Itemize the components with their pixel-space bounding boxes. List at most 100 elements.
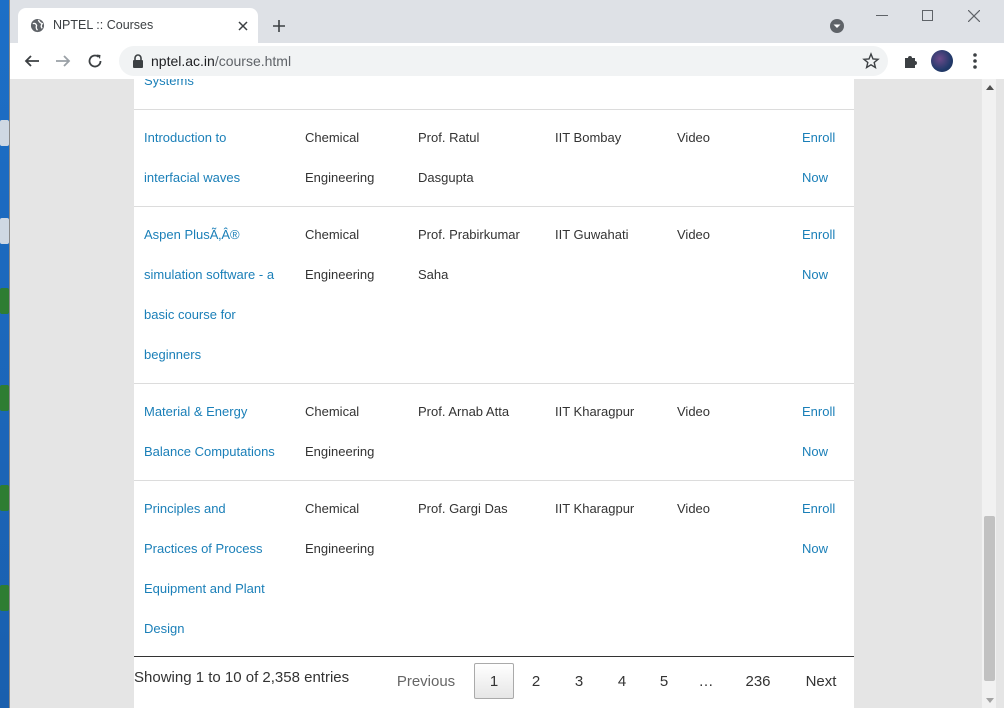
- scroll-down-arrow-icon[interactable]: [982, 692, 997, 708]
- enroll-line: Now: [802, 444, 829, 459]
- page-ellipsis: …: [698, 672, 714, 690]
- institute-cell: IIT Bombay: [555, 130, 622, 145]
- enroll-now-link[interactable]: Enroll Now: [802, 215, 835, 295]
- course-title-line: Design: [144, 621, 185, 636]
- course-title-line: Balance Computations: [144, 444, 275, 459]
- institute-cell: IIT Guwahati: [555, 227, 629, 242]
- url-host: nptel.ac.in: [151, 53, 215, 69]
- discipline-cell: Chemical Engineering: [305, 118, 374, 198]
- desktop-shortcut-icon[interactable]: [0, 120, 9, 146]
- course-title-line: Aspen PlusÃ‚Â®: [144, 227, 240, 242]
- course-title-line: Principles and: [144, 501, 226, 516]
- browser-tab[interactable]: NPTEL :: Courses: [18, 8, 258, 43]
- course-title-line: Introduction to: [144, 130, 227, 145]
- enroll-line: Enroll: [802, 404, 836, 419]
- course-title-link[interactable]: Introduction to interfacial waves: [144, 118, 240, 198]
- browser-window: NPTEL :: Courses nptel.ac.in/course.html…: [9, 0, 1004, 708]
- new-tab-button[interactable]: [269, 16, 289, 36]
- close-window-button[interactable]: [959, 6, 989, 26]
- content-type-cell: Video: [677, 227, 711, 242]
- course-title-fragment[interactable]: Systems: [144, 79, 194, 101]
- tab-search-icon[interactable]: [829, 18, 845, 34]
- discipline-line: Engineering: [305, 170, 375, 185]
- profile-avatar[interactable]: [931, 50, 953, 72]
- enroll-line: Now: [802, 541, 829, 556]
- entries-info: Showing 1 to 10 of 2,358 entries: [134, 669, 350, 686]
- course-title-line: interfacial waves: [144, 170, 241, 185]
- page-button-5[interactable]: 5: [650, 663, 678, 699]
- coordinator-line: Dasgupta: [418, 170, 474, 185]
- enroll-line: Enroll: [802, 130, 836, 145]
- discipline-line: Engineering: [305, 444, 375, 459]
- vertical-scrollbar[interactable]: [981, 79, 996, 708]
- next-page-button[interactable]: Next: [798, 663, 844, 699]
- tab-title: NPTEL :: Courses: [53, 18, 154, 32]
- course-title-line: Equipment and Plant: [144, 581, 265, 596]
- discipline-cell: Chemical Engineering: [305, 215, 374, 295]
- discipline-line: Engineering: [305, 267, 375, 282]
- discipline-line: Chemical: [305, 227, 360, 242]
- institute-cell: IIT Kharagpur: [555, 501, 635, 516]
- coordinator-cell: Prof. Gargi Das: [418, 489, 508, 529]
- close-tab-icon[interactable]: [234, 17, 252, 35]
- discipline-line: Chemical: [305, 130, 360, 145]
- discipline-cell: Chemical Engineering: [305, 489, 374, 569]
- page-button-3[interactable]: 3: [565, 663, 593, 699]
- course-title-link[interactable]: Aspen PlusÃ‚Â® simulation software - a b…: [144, 215, 274, 375]
- institute-cell: IIT Kharagpur: [555, 404, 635, 419]
- content-type-cell: Video: [677, 501, 711, 516]
- content-type-cell: Video: [677, 404, 711, 419]
- coordinator-line: Prof. Gargi Das: [418, 501, 508, 516]
- enroll-line: Now: [802, 170, 829, 185]
- course-title-line: Practices of Process: [144, 541, 263, 556]
- page-button-4[interactable]: 4: [608, 663, 636, 699]
- content-type-cell: Video: [677, 130, 711, 145]
- enroll-now-link[interactable]: Enroll Now: [802, 392, 835, 472]
- more-menu-icon[interactable]: [968, 52, 982, 70]
- table-bottom-border: [134, 656, 854, 657]
- row-divider: [134, 206, 854, 207]
- reload-button[interactable]: [84, 50, 106, 72]
- desktop-shortcut-icon[interactable]: [0, 585, 9, 611]
- enroll-now-link[interactable]: Enroll Now: [802, 489, 835, 569]
- minimize-button[interactable]: [867, 6, 897, 26]
- coordinator-cell: Prof. Ratul Dasgupta: [418, 118, 479, 198]
- maximize-button[interactable]: [913, 6, 943, 26]
- row-divider: [134, 109, 854, 110]
- browser-toolbar: nptel.ac.in/course.html: [10, 43, 1004, 79]
- address-bar[interactable]: nptel.ac.in/course.html: [119, 46, 888, 76]
- course-title-line: basic course for: [144, 307, 236, 322]
- course-title-link[interactable]: Principles and Practices of Process Equi…: [144, 489, 265, 649]
- row-divider: [134, 480, 854, 481]
- course-title-line: Material & Energy: [144, 404, 248, 419]
- enroll-line: Enroll: [802, 501, 836, 516]
- course-title-line: beginners: [144, 347, 202, 362]
- enroll-now-link[interactable]: Enroll Now: [802, 118, 835, 198]
- lock-icon[interactable]: [132, 54, 144, 68]
- page-button-1[interactable]: 1: [474, 663, 514, 699]
- url-text[interactable]: nptel.ac.in/course.html: [151, 53, 291, 69]
- desktop-shortcut-icon[interactable]: [0, 218, 9, 244]
- forward-button[interactable]: [52, 50, 74, 72]
- coordinator-line: Prof. Arnab Atta: [418, 404, 510, 419]
- page-button-2[interactable]: 2: [522, 663, 550, 699]
- url-path: /course.html: [214, 53, 292, 69]
- tab-strip: NPTEL :: Courses: [10, 0, 1004, 43]
- desktop-strip: [0, 0, 9, 708]
- row-divider: [134, 383, 854, 384]
- discipline-cell: Chemical Engineering: [305, 392, 374, 472]
- desktop-shortcut-icon[interactable]: [0, 485, 9, 511]
- enroll-line: Now: [802, 267, 829, 282]
- desktop-shortcut-icon[interactable]: [0, 288, 9, 314]
- previous-page-button[interactable]: Previous: [392, 663, 460, 699]
- page-button-last[interactable]: 236: [734, 663, 782, 699]
- course-title-link[interactable]: Material & Energy Balance Computations: [144, 392, 275, 472]
- coordinator-line: Prof. Ratul: [418, 130, 480, 145]
- back-button[interactable]: [21, 50, 43, 72]
- discipline-line: Engineering: [305, 541, 375, 556]
- bookmark-star-icon[interactable]: [862, 52, 880, 70]
- desktop-shortcut-icon[interactable]: [0, 385, 9, 411]
- extensions-puzzle-icon[interactable]: [902, 52, 920, 70]
- scrollbar-thumb[interactable]: [984, 516, 995, 681]
- scroll-up-arrow-icon[interactable]: [982, 79, 997, 95]
